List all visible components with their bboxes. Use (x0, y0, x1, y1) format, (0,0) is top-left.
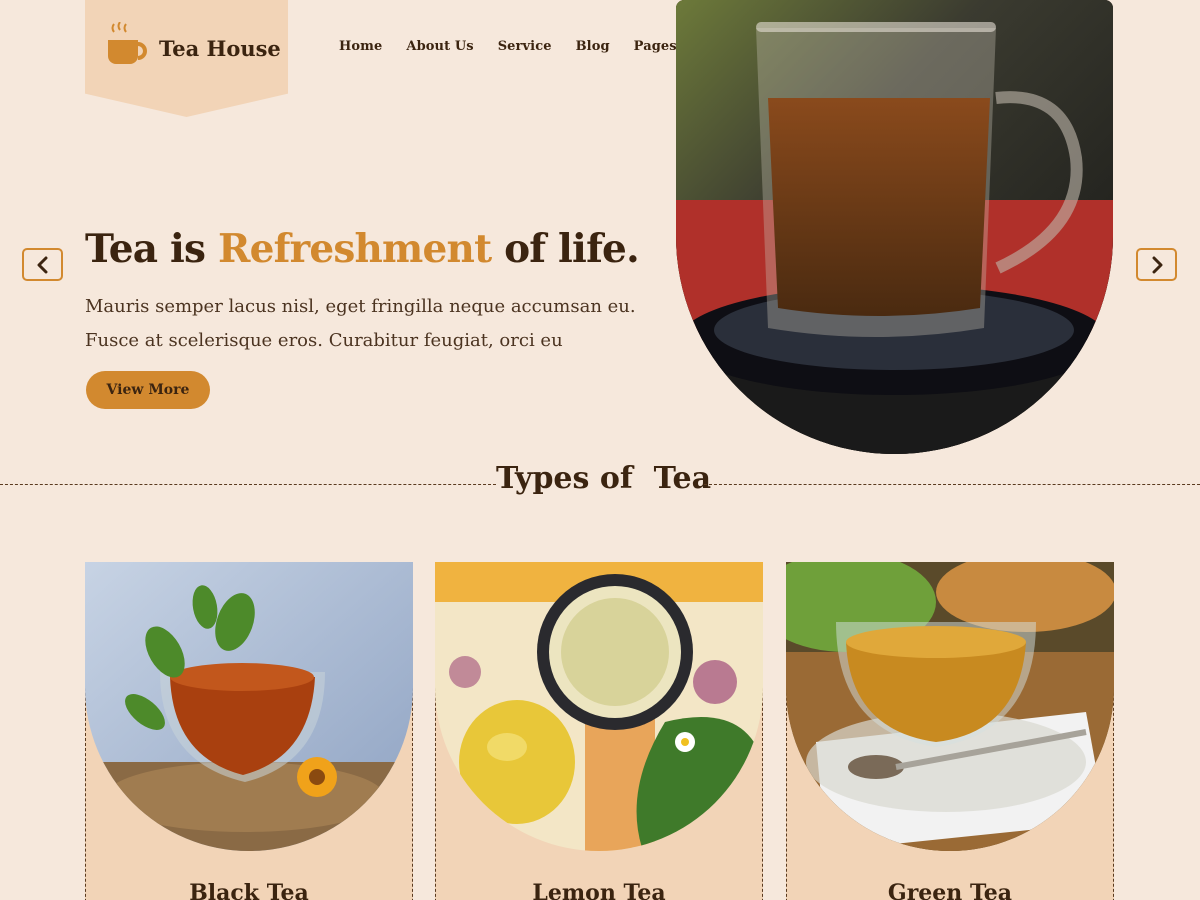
tea-cup-icon (108, 22, 147, 64)
nav-pages[interactable]: Pages (634, 39, 677, 54)
slider-prev-button[interactable] (22, 248, 63, 281)
lemon-tea-image (435, 562, 763, 851)
slider-next-button[interactable] (1136, 248, 1177, 281)
hero-description-line1: Mauris semper lacus nisl, eget fringilla… (85, 296, 636, 317)
hero-title: Tea is Refreshment of life. (85, 226, 640, 272)
tea-card-name: Black Tea (189, 880, 309, 900)
tea-card-name: Green Tea (887, 880, 1013, 900)
nav-blog[interactable]: Blog (576, 39, 610, 54)
hero-description: Mauris semper lacus nisl, eget fringilla… (85, 290, 645, 358)
main-nav: Home About Us Service Blog Pages (339, 39, 677, 54)
types-section-title: Types of Tea (496, 461, 712, 496)
section-divider-left (0, 484, 496, 485)
hero-description-line2: Fusce at scelerisque eros. Curabitur feu… (85, 330, 563, 351)
tea-card-black[interactable]: Black Tea (85, 562, 413, 900)
black-tea-image (85, 562, 413, 851)
chevron-right-icon (1152, 256, 1162, 273)
hero-title-accent: Refreshment (217, 226, 492, 272)
hero-title-end: of life. (491, 226, 640, 272)
tea-card-name: Lemon Tea (532, 880, 666, 900)
tea-card-lemon[interactable]: Lemon Tea (435, 562, 763, 900)
green-tea-image (786, 562, 1114, 851)
hero-tea-mug-image (676, 0, 1113, 454)
nav-home[interactable]: Home (339, 39, 382, 54)
brand-name[interactable]: Tea House (159, 36, 281, 61)
chevron-left-icon (37, 256, 47, 273)
tea-card-green[interactable]: Green Tea (786, 562, 1114, 900)
hero-title-start: Tea is (85, 226, 218, 272)
nav-about-us[interactable]: About Us (406, 39, 473, 54)
nav-service[interactable]: Service (498, 39, 552, 54)
section-divider-right (704, 484, 1200, 485)
view-more-button[interactable]: View More (86, 371, 210, 409)
